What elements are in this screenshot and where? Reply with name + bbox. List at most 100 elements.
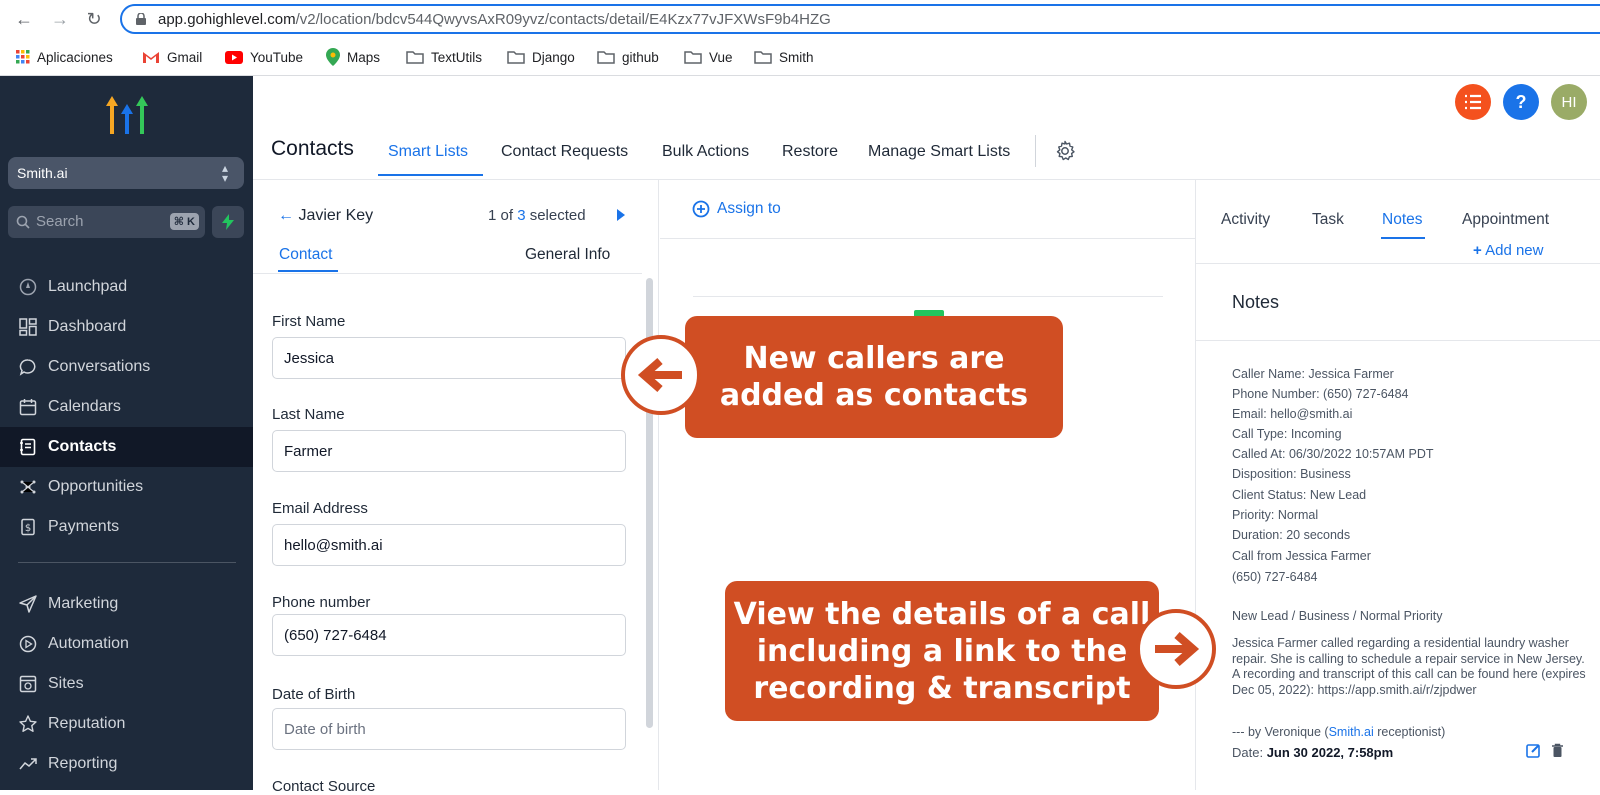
notes-header-divider bbox=[1196, 340, 1600, 341]
note-line: Call Type: Incoming bbox=[1232, 427, 1342, 441]
notes-title: Notes bbox=[1232, 292, 1280, 312]
note-body: Jessica Farmer called regarding a reside… bbox=[1232, 636, 1586, 697]
bookmark-maps[interactable]: Maps bbox=[326, 46, 380, 68]
sidebar-item-reporting[interactable]: Reporting bbox=[0, 744, 253, 784]
next-contact-icon[interactable] bbox=[617, 209, 625, 221]
sidebar-item-dashboard[interactable]: Dashboard bbox=[0, 307, 253, 347]
folder-icon bbox=[684, 51, 702, 64]
sidebar-item-label: Sites bbox=[48, 675, 84, 692]
star-icon bbox=[18, 714, 38, 734]
callout-line: New callers are bbox=[743, 341, 1005, 376]
bookmark-youtube[interactable]: YouTube bbox=[225, 46, 303, 68]
sidebar-item-opportunities[interactable]: Opportunities bbox=[0, 467, 253, 507]
tab-smart-lists[interactable]: Smart Lists bbox=[388, 143, 468, 161]
browser-toolbar: ← → ↻ app.gohighlevel.com/v2/location/bd… bbox=[0, 0, 1600, 38]
bookmark-vue[interactable]: Vue bbox=[684, 46, 733, 68]
sidebar-item-calendars[interactable]: Calendars bbox=[0, 387, 253, 427]
tab-bulk-actions[interactable]: Bulk Actions bbox=[662, 143, 749, 161]
help-button[interactable]: ? bbox=[1503, 84, 1539, 120]
back-to-contact-button[interactable]: ← Javier Key bbox=[278, 207, 373, 225]
sidebar-item-label: Automation bbox=[48, 635, 129, 652]
note-line: (650) 727-6484 bbox=[1232, 570, 1318, 584]
plus-circle-icon bbox=[692, 200, 710, 218]
gear-icon[interactable] bbox=[1054, 140, 1076, 162]
sidebar-item-launchpad[interactable]: Launchpad bbox=[0, 267, 253, 307]
reload-icon[interactable]: ↻ bbox=[84, 8, 104, 30]
tab-restore[interactable]: Restore bbox=[782, 143, 838, 161]
forward-arrow-icon[interactable]: → bbox=[50, 8, 70, 30]
tab-manage-smart-lists[interactable]: Manage Smart Lists bbox=[868, 143, 1010, 161]
address-bar[interactable]: app.gohighlevel.com/v2/location/bdcv544Q… bbox=[120, 4, 1600, 34]
bookmark-django[interactable]: Django bbox=[507, 46, 575, 68]
last-name-field[interactable]: Farmer bbox=[272, 430, 626, 472]
add-new-note-button[interactable]: + Add new bbox=[1473, 242, 1543, 259]
sidebar-item-label: Launchpad bbox=[48, 278, 128, 295]
sidebar-item-automation[interactable]: Automation bbox=[0, 624, 253, 664]
sidebar-divider bbox=[18, 562, 236, 563]
callout-circle bbox=[1136, 609, 1216, 689]
account-switcher[interactable]: Smith.ai ▴ ▾ bbox=[8, 157, 244, 189]
date-label: Date: bbox=[1232, 745, 1264, 760]
tab-task[interactable]: Task bbox=[1312, 211, 1344, 229]
arrow-left-icon bbox=[637, 357, 682, 393]
tab-general-info[interactable]: General Info bbox=[525, 246, 610, 264]
phone-field[interactable]: (650) 727-6484 bbox=[272, 614, 626, 656]
apps-grid-icon bbox=[16, 50, 30, 64]
signature-prefix: --- by Veronique ( bbox=[1232, 725, 1329, 739]
dob-field[interactable]: Date of birth bbox=[272, 708, 626, 750]
back-arrow-icon[interactable]: ← bbox=[14, 8, 34, 30]
note-line: Called At: 06/30/2022 10:57AM PDT bbox=[1232, 447, 1434, 461]
tab-notes[interactable]: Notes bbox=[1382, 211, 1423, 229]
plus-icon: + bbox=[1473, 242, 1482, 259]
callout-line: added as contacts bbox=[719, 378, 1029, 413]
signature-link[interactable]: Smith.ai bbox=[1329, 725, 1374, 739]
note-line: Disposition: Business bbox=[1232, 467, 1351, 481]
payments-icon: $ bbox=[18, 517, 38, 537]
tab-appointment[interactable]: Appointment bbox=[1462, 211, 1549, 229]
bookmark-smith[interactable]: Smith bbox=[754, 46, 814, 68]
trash-icon[interactable] bbox=[1551, 743, 1564, 758]
folder-icon bbox=[406, 51, 424, 64]
first-name-field[interactable]: Jessica bbox=[272, 337, 626, 379]
maps-pin-icon bbox=[326, 48, 340, 66]
folder-icon bbox=[597, 51, 615, 64]
edit-icon[interactable] bbox=[1526, 743, 1541, 758]
sidebar-item-contacts[interactable]: Contacts bbox=[0, 427, 253, 467]
sidebar: Smith.ai ▴ ▾ Search ⌘ K Launchpad Dashboa… bbox=[0, 76, 253, 790]
quick-actions-button[interactable] bbox=[212, 206, 244, 238]
bookmark-github[interactable]: github bbox=[597, 46, 659, 68]
sidebar-item-marketing[interactable]: Marketing bbox=[0, 584, 253, 624]
tab-separator bbox=[1035, 135, 1036, 167]
url-text: app.gohighlevel.com/v2/location/bdcv544Q… bbox=[158, 11, 831, 28]
notes-panel bbox=[1195, 180, 1600, 790]
note-line: Call from Jessica Farmer bbox=[1232, 549, 1371, 563]
contact-source-label: Contact Source bbox=[272, 778, 376, 795]
callout-new-callers: New callers are added as contacts bbox=[685, 316, 1063, 438]
folder-icon bbox=[754, 51, 772, 64]
active-subtab-indicator bbox=[278, 270, 338, 272]
bookmarks-bar: Aplicaciones Gmail YouTube Maps TextUtil… bbox=[0, 40, 1600, 76]
assign-to-button[interactable]: Assign to bbox=[692, 200, 781, 218]
sidebar-item-payments[interactable]: $ Payments bbox=[0, 507, 253, 547]
tab-activity[interactable]: Activity bbox=[1221, 211, 1270, 229]
avatar[interactable]: HI bbox=[1551, 84, 1587, 120]
search-shortcut: ⌘ K bbox=[169, 213, 199, 230]
email-field[interactable]: hello@smith.ai bbox=[272, 524, 626, 566]
bookmark-gmail[interactable]: Gmail bbox=[142, 46, 202, 68]
bookmark-label: Gmail bbox=[167, 49, 203, 65]
tab-contact[interactable]: Contact bbox=[279, 246, 332, 264]
note-line: Duration: 20 seconds bbox=[1232, 528, 1351, 542]
sidebar-item-sites[interactable]: Sites bbox=[0, 664, 253, 704]
bookmark-apps[interactable]: Aplicaciones bbox=[16, 46, 113, 68]
sidebar-item-conversations[interactable]: Conversations bbox=[0, 347, 253, 387]
url-path: /v2/location/bdcv544QwyvsAxR09yvz/contac… bbox=[295, 11, 831, 28]
callout-line: recording & transcript bbox=[753, 671, 1131, 706]
bookmark-textutils[interactable]: TextUtils bbox=[406, 46, 482, 68]
sidebar-item-reputation[interactable]: Reputation bbox=[0, 704, 253, 744]
bolt-icon bbox=[222, 214, 234, 230]
back-arrow-icon: ← bbox=[278, 207, 294, 224]
tab-contact-requests[interactable]: Contact Requests bbox=[501, 143, 628, 161]
notifications-button[interactable] bbox=[1455, 84, 1491, 120]
sidebar-item-label: Dashboard bbox=[48, 318, 127, 335]
sidebar-search-input[interactable]: Search ⌘ K bbox=[8, 206, 205, 238]
